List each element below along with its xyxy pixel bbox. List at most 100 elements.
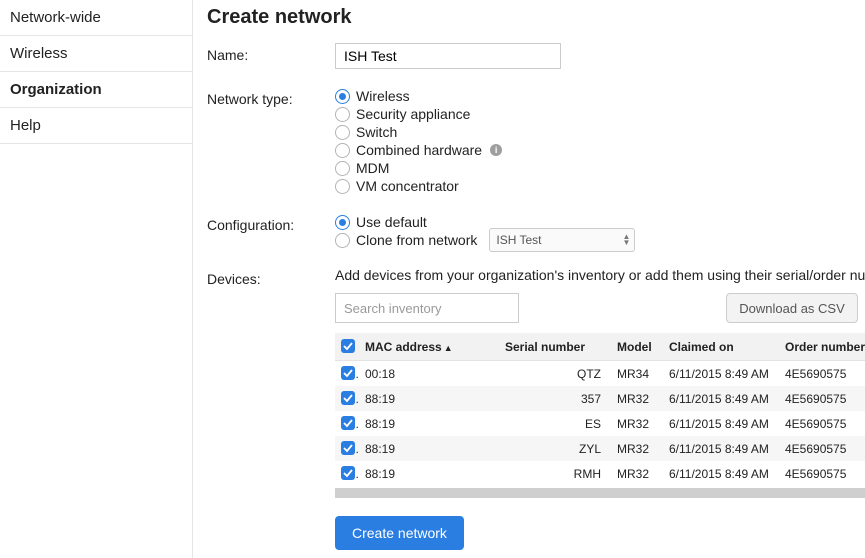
cell-model: MR32 xyxy=(611,436,663,461)
radio-dot-icon xyxy=(335,89,350,104)
cell-serial: ES xyxy=(499,411,611,436)
select-all-checkbox[interactable] xyxy=(341,339,355,353)
sidebar: Network-wide Wireless Organization Help xyxy=(0,0,193,558)
table-header-row: MAC address▲ Serial number Model Claimed… xyxy=(335,333,865,361)
col-claimed-header[interactable]: Claimed on xyxy=(663,333,779,361)
devices-hint: Add devices from your organization's inv… xyxy=(335,267,865,283)
radio-label: Clone from network xyxy=(356,232,477,248)
cell-order: 4E5690575 xyxy=(779,436,865,461)
cell-order: 4E5690575 xyxy=(779,386,865,411)
radio-security-appliance[interactable]: Security appliance xyxy=(335,105,853,123)
sidebar-item-wireless[interactable]: Wireless xyxy=(0,36,192,72)
radio-dot-icon xyxy=(335,125,350,140)
sort-asc-icon: ▲ xyxy=(444,343,453,353)
label-devices: Devices: xyxy=(207,267,335,287)
radio-label: Use default xyxy=(356,214,427,230)
devices-panel: Add devices from your organization's inv… xyxy=(335,267,865,550)
cell-serial: QTZ xyxy=(499,361,611,387)
cell-order: 4E5690575 xyxy=(779,461,865,486)
radio-dot-icon xyxy=(335,107,350,122)
row-network-type: Network type: Wireless Security applianc… xyxy=(207,87,853,195)
radio-vm-concentrator[interactable]: VM concentrator xyxy=(335,177,853,195)
h-scrollbar[interactable] xyxy=(335,488,865,498)
info-icon[interactable]: i xyxy=(490,144,502,156)
radio-dot-icon xyxy=(335,143,350,158)
radio-label: VM concentrator xyxy=(356,178,459,194)
radio-switch[interactable]: Switch xyxy=(335,123,853,141)
cell-claimed: 6/11/2015 8:49 AM xyxy=(663,461,779,486)
cell-mac: 88:19 xyxy=(359,461,499,486)
col-serial-header[interactable]: Serial number xyxy=(499,333,611,361)
cell-model: MR32 xyxy=(611,386,663,411)
check-icon xyxy=(343,368,353,378)
radio-label: Security appliance xyxy=(356,106,470,122)
cell-claimed: 6/11/2015 8:49 AM xyxy=(663,386,779,411)
clone-network-select[interactable]: ISH Test ▲▼ xyxy=(489,228,635,252)
network-type-options: Wireless Security appliance Switch Combi… xyxy=(335,87,853,195)
label-name: Name: xyxy=(207,43,335,63)
col-mac-header[interactable]: MAC address▲ xyxy=(359,333,499,361)
cell-serial: RMH xyxy=(499,461,611,486)
row-checkbox[interactable] xyxy=(341,441,355,455)
check-icon xyxy=(343,341,353,351)
row-checkbox[interactable] xyxy=(341,466,355,480)
check-icon xyxy=(343,418,353,428)
devices-table: MAC address▲ Serial number Model Claimed… xyxy=(335,333,865,498)
main-content: Create network Name: Network type: Wirel… xyxy=(193,0,865,558)
search-input[interactable] xyxy=(335,293,519,323)
row-name: Name: xyxy=(207,43,853,69)
table-row: 00:18QTZMR346/11/2015 8:49 AM4E5690575DE xyxy=(335,361,865,387)
row-configuration: Configuration: Use default Clone from ne… xyxy=(207,213,853,249)
radio-wireless[interactable]: Wireless xyxy=(335,87,853,105)
row-devices: Devices: Add devices from your organizat… xyxy=(207,267,853,550)
configuration-options: Use default Clone from network ISH Test … xyxy=(335,213,853,249)
cell-order: 4E5690575 xyxy=(779,361,865,387)
sidebar-item-network-wide[interactable]: Network-wide xyxy=(0,0,192,36)
radio-dot-icon xyxy=(335,215,350,230)
label-configuration: Configuration: xyxy=(207,213,335,233)
cell-serial: ZYL xyxy=(499,436,611,461)
clone-network-select-value: ISH Test xyxy=(496,233,541,247)
check-icon xyxy=(343,468,353,478)
cell-claimed: 6/11/2015 8:49 AM xyxy=(663,411,779,436)
table-row: 88:19ZYLMR326/11/2015 8:49 AM4E5690575DE xyxy=(335,436,865,461)
radio-dot-icon xyxy=(335,233,350,248)
radio-dot-icon xyxy=(335,161,350,176)
radio-dot-icon xyxy=(335,179,350,194)
sidebar-item-organization[interactable]: Organization xyxy=(0,72,192,108)
radio-label: MDM xyxy=(356,160,389,176)
cell-claimed: 6/11/2015 8:49 AM xyxy=(663,436,779,461)
cell-model: MR32 xyxy=(611,411,663,436)
create-network-button[interactable]: Create network xyxy=(335,516,464,550)
col-order-header[interactable]: Order number xyxy=(779,333,865,361)
radio-combined-hardware[interactable]: Combined hardware i xyxy=(335,141,853,159)
cell-mac: 88:19 xyxy=(359,386,499,411)
devices-toolbar: Download as CSV Claim xyxy=(335,293,865,323)
check-icon xyxy=(343,443,353,453)
radio-mdm[interactable]: MDM xyxy=(335,159,853,177)
page-title: Create network xyxy=(207,6,853,29)
row-checkbox[interactable] xyxy=(341,366,355,380)
radio-label: Wireless xyxy=(356,88,410,104)
sidebar-item-help[interactable]: Help xyxy=(0,108,192,144)
row-checkbox[interactable] xyxy=(341,391,355,405)
col-model-header[interactable]: Model xyxy=(611,333,663,361)
table-row: 88:19357MR326/11/2015 8:49 AM4E5690575DE xyxy=(335,386,865,411)
table-row: 88:19RMHMR326/11/2015 8:49 AM4E5690575DE xyxy=(335,461,865,486)
name-input[interactable] xyxy=(335,43,561,69)
label-network-type: Network type: xyxy=(207,87,335,107)
chevron-updown-icon: ▲▼ xyxy=(622,234,630,246)
download-csv-button[interactable]: Download as CSV xyxy=(726,293,858,323)
cell-model: MR32 xyxy=(611,461,663,486)
row-checkbox[interactable] xyxy=(341,416,355,430)
cell-mac: 88:19 xyxy=(359,411,499,436)
table-row: 88:19ESMR326/11/2015 8:49 AM4E5690575DE xyxy=(335,411,865,436)
check-icon xyxy=(343,393,353,403)
radio-label: Combined hardware xyxy=(356,142,482,158)
cell-claimed: 6/11/2015 8:49 AM xyxy=(663,361,779,387)
radio-clone-from-network[interactable]: Clone from network ISH Test ▲▼ xyxy=(335,231,853,249)
cell-model: MR34 xyxy=(611,361,663,387)
cell-mac: 00:18 xyxy=(359,361,499,387)
cell-serial: 357 xyxy=(499,386,611,411)
cell-mac: 88:19 xyxy=(359,436,499,461)
